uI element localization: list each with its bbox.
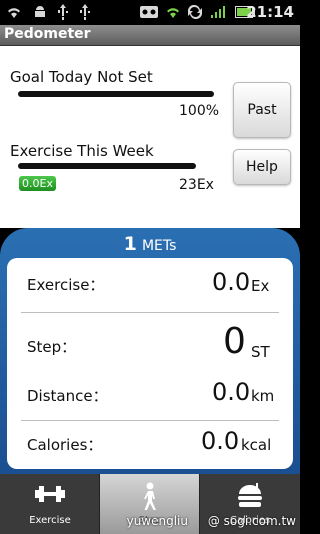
mets-value: 1 xyxy=(123,233,137,255)
stat-row-calories: Calories： 0.0 kcal xyxy=(7,421,293,469)
wifi-signal-icon xyxy=(165,4,181,20)
past-button[interactable]: Past xyxy=(233,82,291,138)
stat-row-exercise: Exercise： 0.0 Ex xyxy=(7,258,293,312)
dumbbell-icon xyxy=(0,482,100,506)
usb-debug-icon xyxy=(78,4,92,20)
stat-label: Step： xyxy=(27,338,77,356)
mets-panel: 1 METs Exercise： 0.0 Ex Step： 0 ST Dista… xyxy=(0,228,300,474)
status-clock: 21:14 xyxy=(246,3,294,21)
watermark: yuwengliu @ sogi.com.tw xyxy=(127,514,296,528)
sync-icon xyxy=(186,4,204,20)
stat-label: Calories： xyxy=(27,436,103,454)
stat-row-distance: Distance： 0.0 km xyxy=(7,370,293,420)
title-bar: Pedometer xyxy=(0,25,300,46)
mets-unit: METs xyxy=(141,238,177,254)
android-icon xyxy=(32,4,48,20)
wifi-icon xyxy=(6,4,22,20)
stat-value: 0 xyxy=(223,321,246,362)
signal-strength-icon xyxy=(210,4,226,20)
stat-label: Distance： xyxy=(27,387,108,405)
stat-value: 0.0 xyxy=(212,268,251,296)
week-label: Exercise This Week xyxy=(10,142,154,160)
stat-unit: ST xyxy=(251,343,270,361)
stat-unit: Ex xyxy=(251,277,270,295)
watermark-user: yuwengliu xyxy=(126,514,188,528)
stat-value: 0.0 xyxy=(201,427,240,455)
week-exercise-badge: 0.0Ex xyxy=(19,176,56,191)
status-bar: 21:14 xyxy=(0,0,300,25)
stat-row-step: Step： 0 ST xyxy=(7,313,293,367)
week-progress-bar xyxy=(18,163,196,169)
mets-header: 1 METs xyxy=(0,233,300,255)
goal-label: Goal Today Not Set xyxy=(10,68,153,86)
week-total: 23Ex xyxy=(179,177,214,193)
watermark-site: @ sogi.com.tw xyxy=(207,514,296,528)
stat-unit: kcal xyxy=(241,436,272,454)
help-button[interactable]: Help xyxy=(233,149,291,185)
stats-card: Exercise： 0.0 Ex Step： 0 ST Distance： 0.… xyxy=(7,258,293,469)
usb-icon xyxy=(56,4,70,20)
stat-unit: km xyxy=(251,387,275,405)
stat-label: Exercise： xyxy=(27,276,105,294)
progress-panel: Goal Today Not Set 100% Exercise This We… xyxy=(0,46,300,228)
goal-percent: 100% xyxy=(179,103,220,119)
goal-progress-bar xyxy=(18,91,214,97)
stat-value: 0.0 xyxy=(212,378,251,406)
app-title: Pedometer xyxy=(4,26,91,42)
burger-icon xyxy=(200,482,300,510)
walking-person-icon xyxy=(100,482,200,512)
voicemail-icon xyxy=(140,4,158,20)
tab-exercise[interactable]: Exercise xyxy=(0,474,100,534)
tab-label: Exercise xyxy=(29,515,71,526)
